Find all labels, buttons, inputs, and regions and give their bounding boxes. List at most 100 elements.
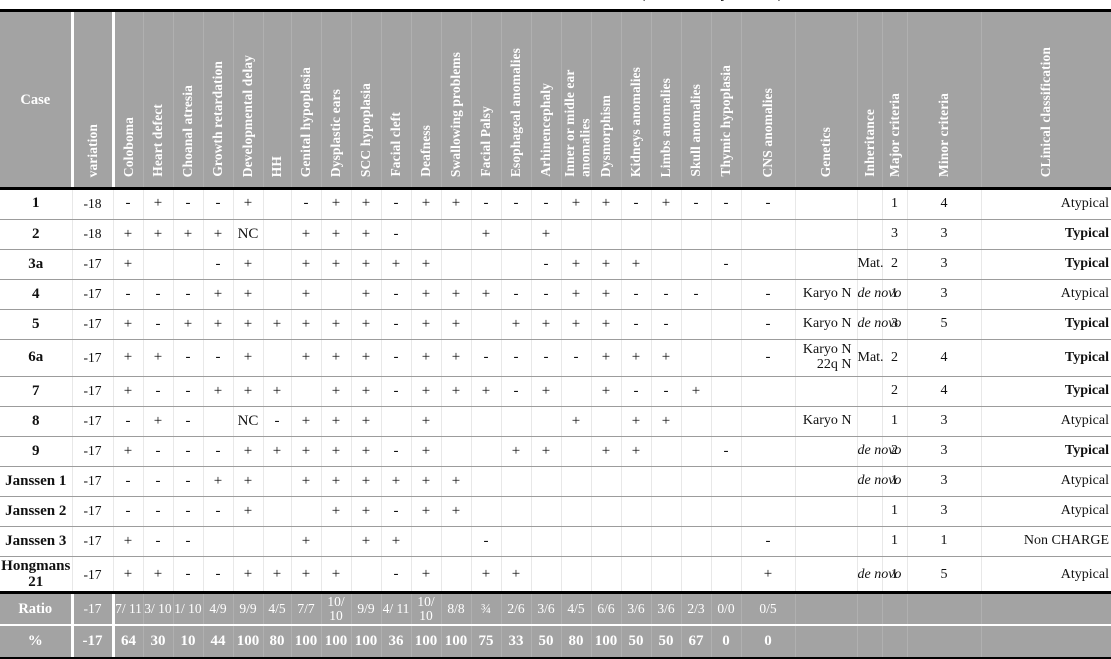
column-header-heart_defect[interactable]: Heart defect <box>143 9 174 189</box>
column-header-growth_retardation[interactable]: Growth retardation <box>203 9 234 189</box>
cell-symptom-developmental_delay <box>233 526 264 557</box>
cell-minor-criteria: 3 <box>907 249 982 280</box>
column-header-developmental_delay[interactable]: Developmental delay <box>233 9 264 189</box>
cell-symptom-facial_cleft: - <box>381 309 412 340</box>
cell-symptom-genital_hypoplasia <box>291 376 322 407</box>
table-row[interactable]: Hongmans 21 -17 + + - - + + + + - + + + + de novo 1 5 Atypi… <box>0 556 1111 594</box>
column-header-facial_palsy[interactable]: Facial Palsy <box>471 9 502 189</box>
cell-symptom-genital_hypoplasia: + <box>291 436 322 467</box>
column-header-swallowing_problems[interactable]: Swallowing problems <box>441 9 472 189</box>
cell-symptom-arhinencephaly <box>531 556 562 594</box>
cell-symptom-growth_retardation: - <box>203 496 234 527</box>
cell-symptom-inner_middle_ear: + <box>561 279 592 310</box>
footer-ratio-facial_palsy: ¾ <box>471 593 502 626</box>
column-header-cns_anomalies[interactable]: CNS anomalies <box>741 9 796 189</box>
cell-symptom-swallowing_problems: + <box>441 309 472 340</box>
cell-symptom-heart_defect: + <box>143 406 174 437</box>
table-body: 1 -18- + - - + - + + - + + - - - + + - + - - -1 4 Atypical 2 -18 +… <box>0 189 1111 657</box>
cell-symptom-esophageal_anomalies: + <box>501 436 532 467</box>
cell-symptom-inner_middle_ear <box>561 466 592 497</box>
footer-percent-hh: 80 <box>263 625 292 657</box>
column-header-esophageal_anomalies[interactable]: Esophageal anomalies <box>501 9 532 189</box>
column-header-genetics[interactable]: Genetics <box>795 9 858 189</box>
cell-variation: -17 <box>72 249 114 280</box>
column-header-skull_anomalies[interactable]: Skull anomalies <box>681 9 712 189</box>
cell-symptom-developmental_delay: + <box>233 279 264 310</box>
table-row[interactable]: 8 -17- + - NC - + + + + + + + Karyo N 1 3 Atypical <box>0 406 1111 437</box>
cell-clinical-classification: Atypical <box>981 466 1111 497</box>
cell-symptom-arhinencephaly: - <box>531 279 562 310</box>
column-header-deafness[interactable]: Deafness <box>411 9 442 189</box>
table-row[interactable]: 3a -17 + - + + + + + + - + + + - Mat. 2 3 Typical <box>0 249 1111 280</box>
cell-symptom-limbs_anomalies: + <box>651 189 682 220</box>
cell-symptom-kidneys_anomalies <box>621 526 652 557</box>
cell-symptom-deafness <box>411 526 442 557</box>
table-row[interactable]: 7 -17 + - - + + + + + - + + + - + + - - +2 4 Typical <box>0 376 1111 407</box>
column-header-facial_cleft[interactable]: Facial cleft <box>381 9 412 189</box>
column-header-dysplastic_ears[interactable]: Dysplastic ears <box>321 9 352 189</box>
column-header-major_criteria[interactable]: Major criteria <box>882 9 908 189</box>
column-header-label: Kidneys anomalies <box>628 66 644 177</box>
column-header-limbs_anomalies[interactable]: Limbs anomalies <box>651 9 682 189</box>
column-header-hh[interactable]: HH <box>263 9 292 189</box>
table-row[interactable]: 4 -17- - - + + + + - + + + - - + + - - - - Karyo Nde novo 1 3 A… <box>0 279 1111 310</box>
column-header-case[interactable]: Case <box>0 9 73 189</box>
cell-symptom-esophageal_anomalies <box>501 249 532 280</box>
cell-symptom-hh: + <box>263 309 292 340</box>
column-header-clinical_classification[interactable]: CLinical classification <box>981 9 1111 189</box>
cell-symptom-dysplastic_ears: + <box>321 189 352 220</box>
column-header-choanal_atresia[interactable]: Choanal atresia <box>173 9 204 189</box>
cell-genetics <box>795 556 858 594</box>
table-row[interactable]: 9 -17 + - - - + + + + + - + + + + + - de novo 2 3 Typical <box>0 436 1111 467</box>
table-row[interactable]: 2 -18 + + + + NC + + + - + +3 3 Typical <box>0 219 1111 250</box>
cell-symptom-kidneys_anomalies: + <box>621 406 652 437</box>
column-header-genital_hypoplasia[interactable]: Genital hypoplasia <box>291 9 322 189</box>
column-header-inner_middle_ear[interactable]: Inner or midle ear anomalies <box>561 9 592 189</box>
footer-ratio-heart_defect: 3/ 10 <box>143 593 174 626</box>
cell-symptom-genital_hypoplasia <box>291 496 322 527</box>
cell-symptom-swallowing_problems: + <box>441 496 472 527</box>
cell-symptom-facial_cleft <box>381 406 412 437</box>
cell-genetics <box>795 496 858 527</box>
cell-symptom-inner_middle_ear <box>561 556 592 594</box>
cell-symptom-arhinencephaly: + <box>531 376 562 407</box>
table-row[interactable]: Janssen 2 -17- - - - + + + - + +1 3 Atypical <box>0 496 1111 527</box>
column-header-thymic_hypoplasia[interactable]: Thymic hypoplasia <box>711 9 742 189</box>
cell-symptom-swallowing_problems <box>441 556 472 594</box>
cell-symptom-coloboma: - <box>113 466 144 497</box>
footer-top-rule <box>0 591 1111 594</box>
cell-symptom-hh <box>263 526 292 557</box>
table-row[interactable]: 1 -18- + - - + - + + - + + - - - + + - + - - -1 4 Atypical <box>0 189 1111 220</box>
cell-symptom-facial_cleft: + <box>381 466 412 497</box>
cell-symptom-thymic_hypoplasia <box>711 496 742 527</box>
column-header-scc_hypoplasia[interactable]: SCC hypoplasia <box>351 9 382 189</box>
cell-genetics <box>795 376 858 407</box>
cell-symptom-coloboma: + <box>113 376 144 407</box>
column-header-coloboma[interactable]: Coloboma <box>111 9 144 189</box>
cell-symptom-facial_cleft: - <box>381 339 412 377</box>
cell-symptom-thymic_hypoplasia <box>711 339 742 377</box>
table-row[interactable]: 6a -17 + + - - + + + + - + + - - - - + + + - Karyo N 22q N Mat.… <box>0 339 1111 377</box>
cell-symptom-facial_palsy <box>471 406 502 437</box>
cell-symptom-arhinencephaly: - <box>531 249 562 280</box>
column-header-variation[interactable]: variation <box>70 9 114 189</box>
cell-symptom-scc_hypoplasia: + <box>351 436 382 467</box>
column-header-dysmorphism[interactable]: Dysmorphism <box>591 9 622 189</box>
cell-symptom-facial_cleft: - <box>381 376 412 407</box>
column-header-inheritance[interactable]: Inheritance <box>857 9 883 189</box>
table-row[interactable]: Janssen 1 -17- - - + + + + + + + + de novo 1 3 Atypical <box>0 466 1111 497</box>
column-header-label: Minor criteria <box>936 93 952 177</box>
column-header-label: Coloboma <box>120 116 136 177</box>
table-row[interactable]: 5 -17 + - + + + + + + + - + + + + + + - - - Karyo Nde novo 3 5 T… <box>0 309 1111 340</box>
column-header-minor_criteria[interactable]: Minor criteria <box>907 9 982 189</box>
cell-symptom-coloboma: + <box>113 556 144 594</box>
table-row[interactable]: Janssen 3 -17 + - - + + + - -1 1 Non CHARGE <box>0 526 1111 557</box>
cell-symptom-dysplastic_ears: + <box>321 309 352 340</box>
cell-symptom-dysplastic_ears: + <box>321 249 352 280</box>
column-header-kidneys_anomalies[interactable]: Kidneys anomalies <box>621 9 652 189</box>
cell-symptom-limbs_anomalies <box>651 556 682 594</box>
cell-symptom-swallowing_problems: + <box>441 339 472 377</box>
column-header-label: Skull anomalies <box>688 84 704 177</box>
column-header-arhinencephaly[interactable]: Arhinencephaly <box>531 9 562 189</box>
cell-symptom-limbs_anomalies <box>651 526 682 557</box>
